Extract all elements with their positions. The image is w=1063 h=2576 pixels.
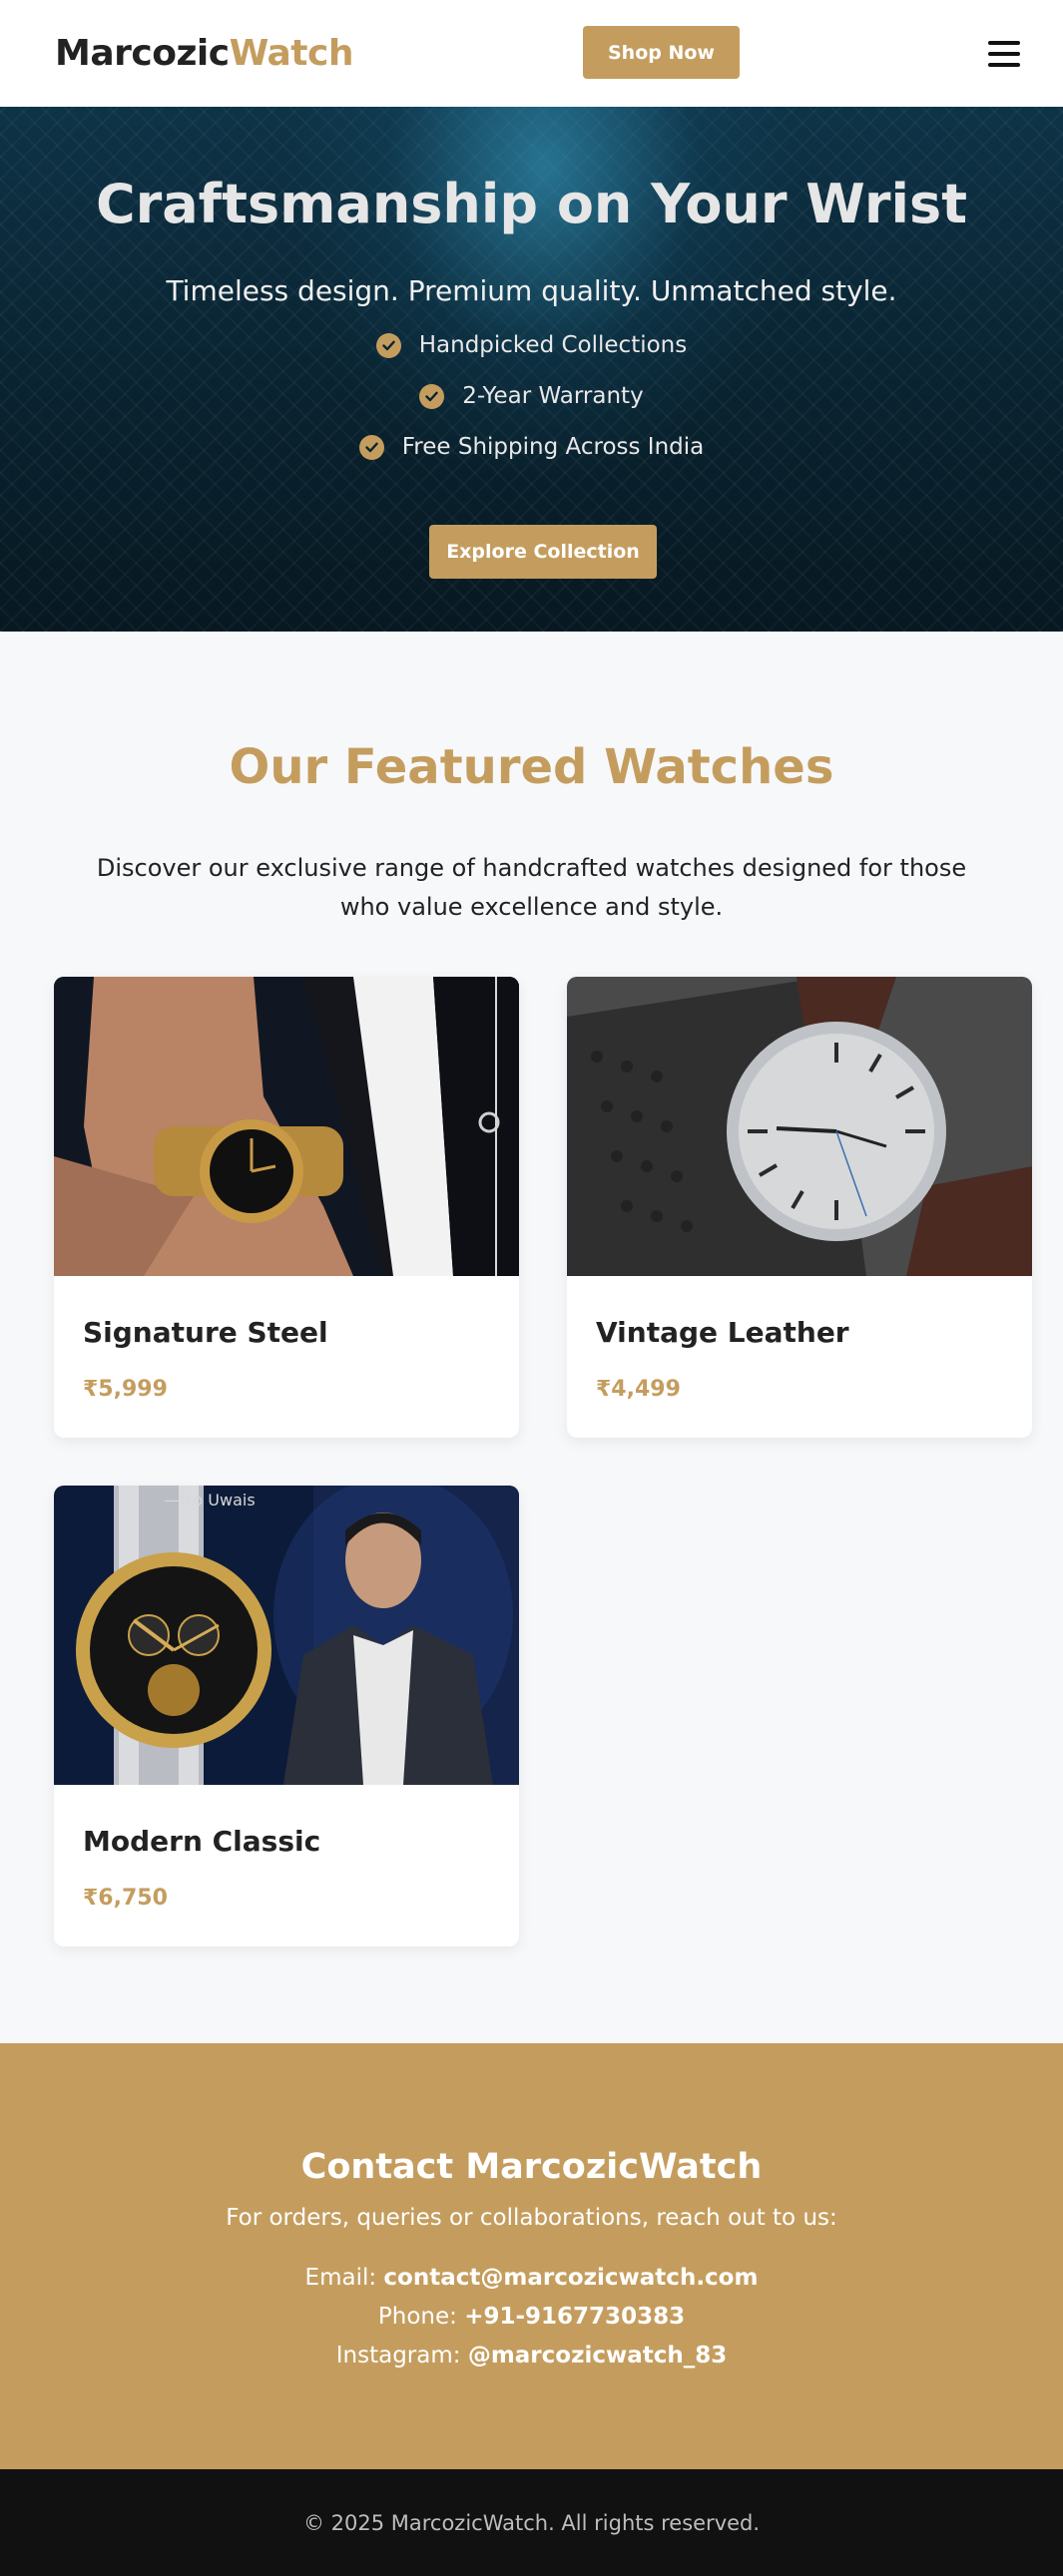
hero-subtitle: Timeless design. Premium quality. Unmatc… [166,274,897,307]
explore-collection-button[interactable]: Explore Collection [429,525,657,579]
instagram-label: Instagram: [335,2343,461,2368]
feature-item: 2-Year Warranty [0,383,1063,409]
product-name[interactable]: Vintage Leather [596,1316,849,1349]
product-card[interactable]: —Iko Uwais Modern Classic ₹6,750 [54,1486,519,1946]
shop-now-button[interactable]: Shop Now [583,26,740,79]
product-card[interactable]: Signature Steel ₹5,999 [54,977,519,1438]
site-header: MarcozicWatch Shop Now [0,0,1063,107]
site-footer: © 2025 MarcozicWatch. All rights reserve… [0,2469,1063,2576]
product-price: ₹5,999 [83,1377,168,1402]
feature-item: Free Shipping Across India [0,434,1063,460]
hamburger-menu-icon[interactable] [988,40,1020,67]
feature-item: Handpicked Collections [0,332,1063,358]
product-name[interactable]: Modern Classic [83,1825,320,1858]
product-image-modern-classic[interactable]: —Iko Uwais [54,1486,519,1785]
phone-link[interactable]: +91-9167730383 [464,2304,685,2330]
contact-section: Contact MarcozicWatch For orders, querie… [0,2043,1063,2469]
featured-description: Discover our exclusive range of handcraf… [96,854,967,921]
logo-text-primary: Marcozic [55,33,230,74]
email-label: Email: [304,2265,377,2291]
hero-title: Craftsmanship on Your Wrist [95,173,968,235]
contact-phone-line: Phone: +91-9167730383 [0,2304,1063,2330]
product-name[interactable]: Signature Steel [83,1316,328,1349]
logo-text-accent: Watch [229,33,354,74]
product-image-vintage-leather[interactable] [567,977,1032,1276]
check-circle-icon [358,434,384,460]
featured-section: Our Featured Watches Discover our exclus… [0,632,1063,2043]
contact-title: Contact MarcozicWatch [300,2147,763,2187]
product-price: ₹4,499 [596,1377,681,1402]
phone-label: Phone: [377,2304,457,2330]
copyright-text: © 2025 MarcozicWatch. All rights reserve… [302,2510,761,2535]
image-overlay-text: —Iko Uwais [164,1491,256,1509]
feature-label: 2-Year Warranty [462,383,644,409]
feature-label: Handpicked Collections [418,332,688,358]
check-circle-icon [375,332,401,358]
hero-section: Craftsmanship on Your Wrist Timeless des… [0,107,1063,632]
product-price: ₹6,750 [83,1886,168,1911]
featured-title: Our Featured Watches [229,739,834,795]
contact-subtitle: For orders, queries or collaborations, r… [226,2205,837,2231]
contact-email-line: Email: contact@marcozicwatch.com [0,2265,1063,2291]
product-card[interactable]: Vintage Leather ₹4,499 [567,977,1032,1438]
instagram-link[interactable]: @marcozicwatch_83 [468,2343,727,2368]
contact-instagram-line: Instagram: @marcozicwatch_83 [0,2343,1063,2368]
product-image-signature-steel[interactable] [54,977,519,1276]
feature-label: Free Shipping Across India [401,434,705,460]
check-circle-icon [419,383,445,409]
site-logo[interactable]: MarcozicWatch [55,33,353,74]
email-link[interactable]: contact@marcozicwatch.com [383,2265,758,2291]
